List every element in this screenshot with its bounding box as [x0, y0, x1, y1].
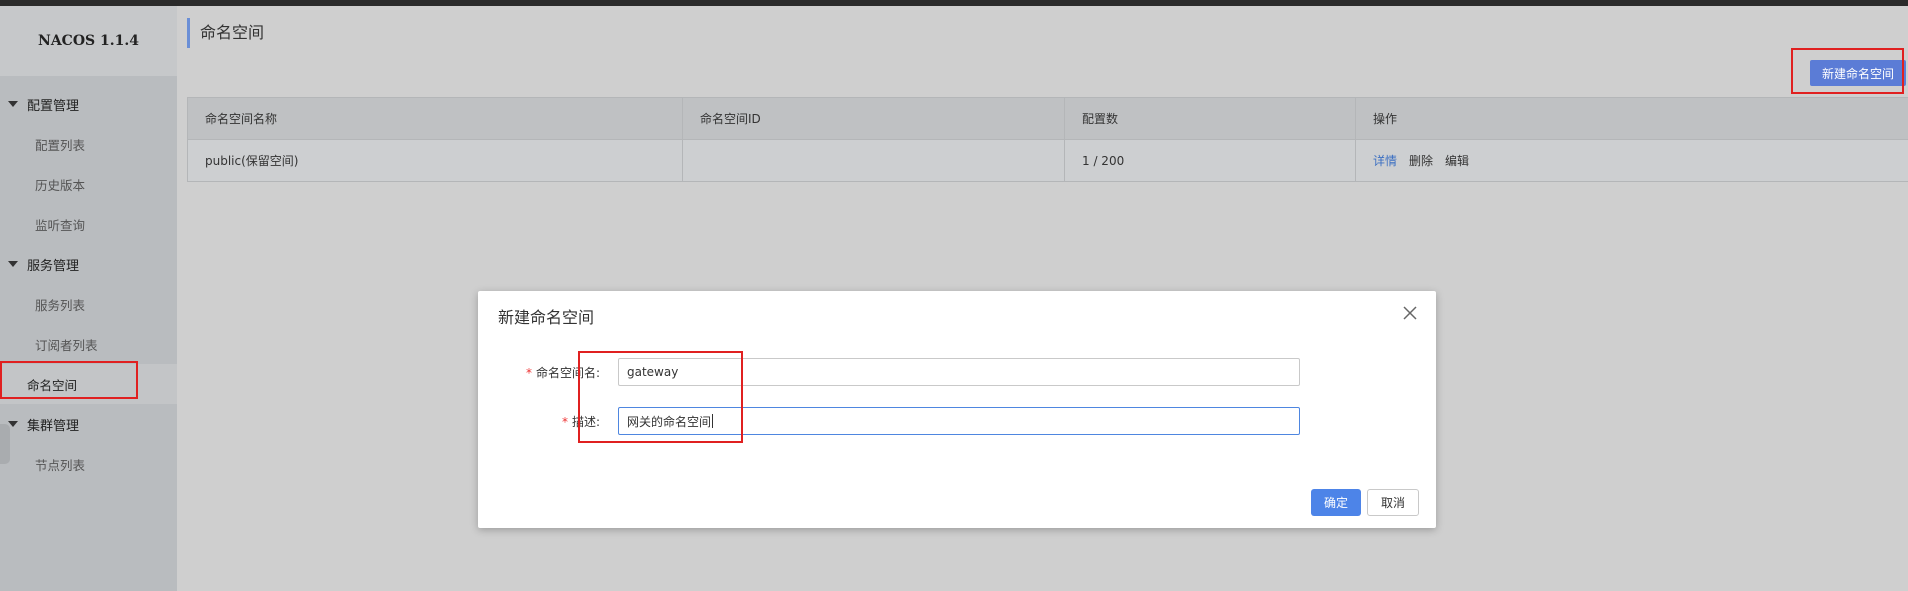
caret-down-icon — [8, 101, 18, 107]
edit-link[interactable]: 编辑 — [1445, 152, 1469, 169]
required-marker: * — [561, 414, 568, 429]
sidebar-item-config-list[interactable]: 配置列表 — [0, 124, 177, 164]
sidebar-item-node-list[interactable]: 节点列表 — [0, 444, 177, 484]
sidebar-item-listener-query[interactable]: 监听查询 — [0, 204, 177, 244]
namespace-name-value: gateway — [627, 365, 679, 379]
close-icon[interactable] — [1400, 303, 1420, 323]
table-header-row: 命名空间名称 命名空间ID 配置数 操作 — [188, 98, 1908, 140]
sidebar-item-history[interactable]: 历史版本 — [0, 164, 177, 204]
sidebar-group-label: 配置管理 — [27, 98, 80, 114]
caret-down-icon — [8, 261, 18, 267]
cell-actions: 详情 删除 编辑 — [1356, 140, 1908, 181]
top-bar — [0, 0, 1908, 6]
sidebar-item-subscriber-list[interactable]: 订阅者列表 — [0, 324, 177, 364]
delete-link[interactable]: 删除 — [1409, 152, 1433, 169]
description-label: * 描述: — [561, 414, 600, 429]
namespace-table: 命名空间名称 命名空间ID 配置数 操作 public(保留空间) 1 / 20… — [187, 97, 1908, 182]
required-marker: * — [525, 365, 532, 380]
namespace-name-input[interactable]: gateway — [618, 358, 1300, 386]
confirm-button[interactable]: 确定 — [1311, 489, 1361, 516]
dialog-title: 新建命名空间 — [498, 308, 595, 327]
sidebar-item-service-list[interactable]: 服务列表 — [0, 284, 177, 324]
sidebar-group-config[interactable]: 配置管理 — [0, 84, 177, 124]
details-link[interactable]: 详情 — [1373, 152, 1397, 169]
description-value: 网关的命名空间 — [627, 414, 712, 429]
sidebar-group-label: 集群管理 — [27, 418, 80, 434]
column-header-name: 命名空间名称 — [188, 98, 683, 139]
description-input[interactable]: 网关的命名空间 — [618, 407, 1300, 435]
form-row-namespace-name: * 命名空间名: gateway — [478, 358, 1436, 386]
column-header-id: 命名空间ID — [683, 98, 1065, 139]
cell-namespace-id — [683, 140, 1065, 181]
form-row-description: * 描述: 网关的命名空间 — [478, 407, 1436, 435]
brand-logo: NACOS 1.1.4 — [0, 6, 177, 76]
sidebar-item-namespace[interactable]: 命名空间 — [0, 364, 177, 404]
page-title: 命名空间 — [187, 18, 264, 48]
cancel-button[interactable]: 取消 — [1367, 489, 1419, 516]
sidebar-menu: 配置管理 配置列表 历史版本 监听查询 服务管理 服务列表 订阅者列表 命名空间… — [0, 84, 177, 484]
new-namespace-button[interactable]: 新建命名空间 — [1810, 60, 1906, 86]
sidebar-group-cluster[interactable]: 集群管理 — [0, 404, 177, 444]
column-header-actions: 操作 — [1373, 112, 1398, 126]
cell-config-count: 1 / 200 — [1065, 140, 1356, 181]
cell-namespace-name: public(保留空间) — [188, 140, 683, 181]
new-namespace-dialog: 新建命名空间 * 命名空间名: gateway * 描述: 网关的命名空间 确定 取… — [478, 291, 1436, 528]
table-row: public(保留空间) 1 / 200 详情 删除 编辑 — [188, 140, 1908, 181]
namespace-name-label: * 命名空间名: — [525, 365, 600, 380]
text-cursor — [712, 414, 714, 428]
sidebar: NACOS 1.1.4 配置管理 配置列表 历史版本 监听查询 服务管理 服务列… — [0, 6, 177, 591]
sidebar-group-label: 服务管理 — [27, 258, 80, 274]
sidebar-collapse-handle[interactable] — [0, 424, 10, 464]
column-header-count: 配置数 — [1065, 98, 1356, 139]
sidebar-group-service[interactable]: 服务管理 — [0, 244, 177, 284]
